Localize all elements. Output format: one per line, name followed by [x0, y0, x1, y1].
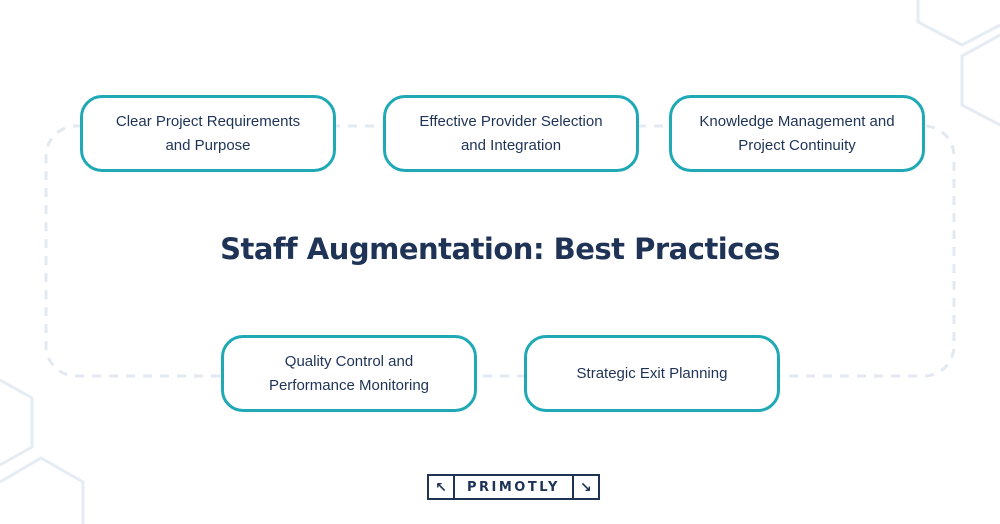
- practice-label-line2: and Integration: [460, 136, 562, 154]
- practice-card-exit-planning: Strategic Exit Planning: [524, 335, 780, 412]
- practice-label-line2: and Purpose: [165, 136, 251, 154]
- practice-label-line1: Effective Provider Selection: [419, 112, 603, 130]
- practice-label-line1: Knowledge Management and: [699, 112, 895, 130]
- arrow-down-right-icon: ↘: [571, 476, 598, 498]
- hexagon-decoration-bottom-left: [0, 378, 85, 524]
- primotly-logo: ↖ PRIMOTLY ↘: [427, 474, 600, 500]
- arrow-up-left-icon: ↖: [429, 476, 455, 498]
- practice-label-line1: Quality Control and: [284, 352, 414, 370]
- logo-wordmark: PRIMOTLY: [467, 479, 560, 495]
- practice-card-quality-control: Quality Control and Performance Monitori…: [221, 335, 477, 412]
- practice-card-clear-requirements: Clear Project Requirements and Purpose: [80, 95, 336, 172]
- practice-card-provider-selection: Effective Provider Selection and Integra…: [383, 95, 639, 172]
- practice-label-line1: Strategic Exit Planning: [576, 364, 728, 382]
- practice-label-line2: Performance Monitoring: [268, 376, 430, 394]
- practice-label-line2: Project Continuity: [738, 136, 856, 154]
- diagram-title: Staff Augmentation: Best Practices: [220, 232, 780, 266]
- practice-label-line1: Clear Project Requirements: [115, 112, 301, 130]
- hexagon-decoration-top-right: [916, 0, 1000, 127]
- practice-card-knowledge-management: Knowledge Management and Project Continu…: [669, 95, 925, 172]
